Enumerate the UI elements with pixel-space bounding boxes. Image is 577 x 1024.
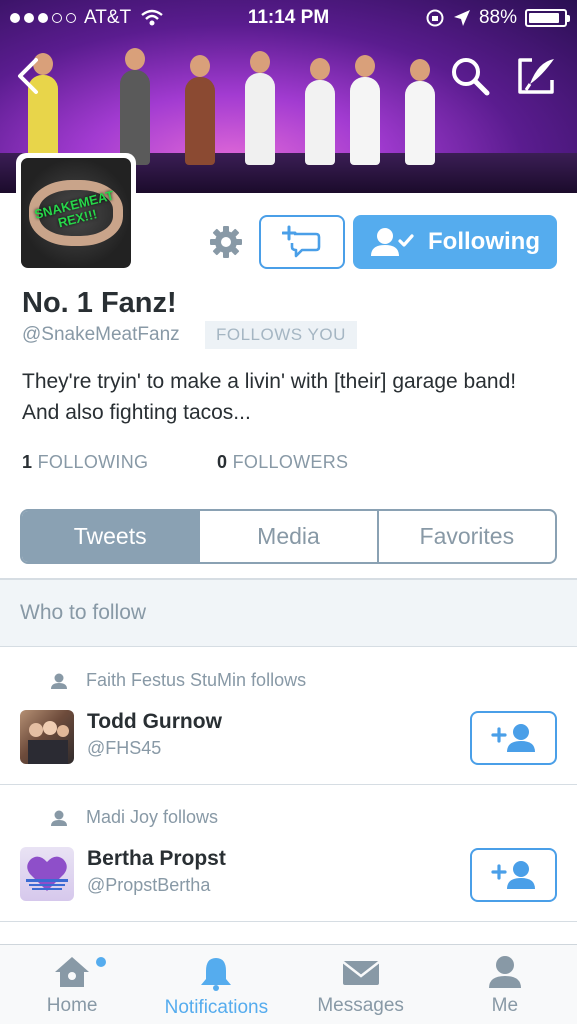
follow-button[interactable] <box>470 848 557 902</box>
follows-you-badge: FOLLOWS YOU <box>205 321 357 349</box>
battery-percent: 88% <box>478 7 517 28</box>
followers-stat[interactable]: 0 FOLLOWERS <box>217 452 348 473</box>
suggestion-item[interactable]: Madi Joy follows Bertha Propst @PropstBe… <box>0 785 577 922</box>
banner-figure <box>405 59 435 165</box>
suggestion-avatar[interactable] <box>20 710 74 764</box>
add-user-icon <box>490 861 535 889</box>
suggestion-name[interactable]: Todd Gurnow <box>87 710 222 734</box>
compose-button[interactable] <box>516 56 556 96</box>
following-label: Following <box>428 228 540 255</box>
chevron-left-icon <box>18 58 38 94</box>
tab-me-label: Me <box>491 995 519 1016</box>
following-stat[interactable]: 1 FOLLOWING <box>22 452 148 473</box>
banner-figure <box>245 51 275 165</box>
back-button[interactable] <box>14 56 44 96</box>
followers-stat-label: FOLLOWERS <box>232 452 349 472</box>
tab-home[interactable]: Home <box>0 945 144 1024</box>
tab-messages-label: Messages <box>317 995 404 1016</box>
banner-figure <box>350 55 380 165</box>
banner-figure <box>185 55 215 165</box>
follow-button[interactable] <box>470 711 557 765</box>
search-icon <box>452 58 490 96</box>
suggestion-name[interactable]: Bertha Propst <box>87 847 226 871</box>
profile-avatar-frame[interactable]: SNAKEMEAT REX!!! <box>16 153 136 273</box>
location-arrow-icon <box>453 10 470 26</box>
envelope-icon <box>341 961 380 985</box>
banner-figure <box>305 58 335 165</box>
person-icon <box>51 810 67 826</box>
signal-strength-icon: AT&T <box>10 7 163 29</box>
rotation-lock-icon <box>426 9 444 27</box>
profile-avatar: SNAKEMEAT REX!!! <box>21 158 131 268</box>
search-button[interactable] <box>450 56 490 96</box>
home-icon <box>55 957 90 987</box>
tab-messages[interactable]: Messages <box>289 945 433 1024</box>
tab-favorites[interactable]: Favorites <box>376 511 555 562</box>
profile-bio: They're tryin' to make a livin' with [th… <box>22 370 517 424</box>
direct-message-button[interactable] <box>259 215 345 269</box>
add-user-icon <box>490 724 535 752</box>
following-count: 1 <box>22 452 33 472</box>
suggestion-item[interactable]: Faith Festus StuMin follows Todd Gurnow … <box>0 648 577 785</box>
who-to-follow-title: Who to follow <box>20 601 147 624</box>
add-message-icon <box>282 225 321 258</box>
compose-tweet-icon <box>518 58 554 94</box>
battery-icon <box>525 9 570 27</box>
bell-icon <box>201 958 232 991</box>
profile-name: No. 1 Fanz! <box>22 287 177 319</box>
bottom-tab-bar: Home Notifications Messages Me <box>0 944 577 1024</box>
suggestion-handle: @FHS45 <box>87 738 162 758</box>
profile-tabs: Tweets Media Favorites <box>20 509 557 564</box>
person-icon <box>51 673 67 689</box>
tab-media[interactable]: Media <box>198 511 376 562</box>
status-bar: AT&T 11:14 PM 88% <box>0 0 577 36</box>
wifi-icon <box>141 9 163 26</box>
user-check-icon <box>371 228 414 256</box>
notification-dot <box>96 957 106 967</box>
following-button[interactable]: Following <box>353 215 557 269</box>
suggestion-context: Madi Joy follows <box>86 807 219 827</box>
tab-me[interactable]: Me <box>433 945 577 1024</box>
carrier-label: AT&T <box>84 7 132 28</box>
tab-tweets[interactable]: Tweets <box>22 511 199 562</box>
following-stat-label: FOLLOWING <box>37 452 149 472</box>
suggestion-context: Faith Festus StuMin follows <box>86 670 307 690</box>
who-to-follow-header: Who to follow <box>0 578 577 647</box>
gear-icon <box>210 226 242 258</box>
followers-count: 0 <box>217 452 228 472</box>
suggestion-avatar[interactable] <box>20 847 74 901</box>
settings-button[interactable] <box>208 224 244 260</box>
tab-notifications[interactable]: Notifications <box>144 945 288 1024</box>
suggestion-handle: @PropstBertha <box>87 875 211 895</box>
tab-notifications-label: Notifications <box>164 997 269 1018</box>
profile-handle: @SnakeMeatFanz <box>22 324 180 345</box>
person-icon <box>488 956 521 988</box>
banner-figure <box>120 48 150 165</box>
tab-home-label: Home <box>46 995 98 1016</box>
